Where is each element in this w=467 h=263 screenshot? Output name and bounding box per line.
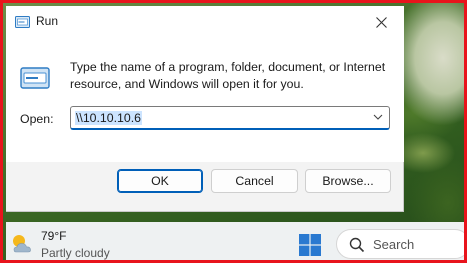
title-bar[interactable]: Run	[6, 6, 404, 38]
close-icon	[375, 16, 387, 28]
weather-condition: Partly cloudy	[41, 246, 110, 260]
run-program-icon	[20, 67, 50, 89]
open-label: Open:	[20, 112, 54, 126]
close-button[interactable]	[358, 6, 404, 38]
dialog-description: Type the name of a program, folder, docu…	[70, 60, 386, 91]
windows-logo-icon[interactable]	[299, 234, 321, 256]
run-app-icon	[15, 15, 30, 28]
taskbar-search[interactable]: Search	[336, 229, 464, 259]
search-label: Search	[373, 237, 415, 252]
ok-button[interactable]: OK	[117, 169, 203, 193]
chevron-down-icon[interactable]	[372, 110, 384, 124]
open-input-value[interactable]: \\10.10.10.6	[75, 111, 142, 125]
run-dialog: Run Type the name of a program, folder, …	[6, 6, 404, 212]
dialog-body: Type the name of a program, folder, docu…	[6, 38, 404, 162]
dialog-title: Run	[36, 14, 59, 28]
partly-cloudy-icon	[10, 232, 36, 256]
taskbar: 79°F Partly cloudy Search	[6, 222, 464, 260]
cancel-button[interactable]: Cancel	[211, 169, 298, 193]
screenshot-frame: Run Type the name of a program, folder, …	[0, 0, 467, 263]
weather-temperature: 79°F	[41, 229, 67, 243]
search-icon	[349, 237, 365, 253]
open-combobox[interactable]: \\10.10.10.6	[70, 106, 390, 130]
browse-button[interactable]: Browse...	[305, 169, 391, 193]
